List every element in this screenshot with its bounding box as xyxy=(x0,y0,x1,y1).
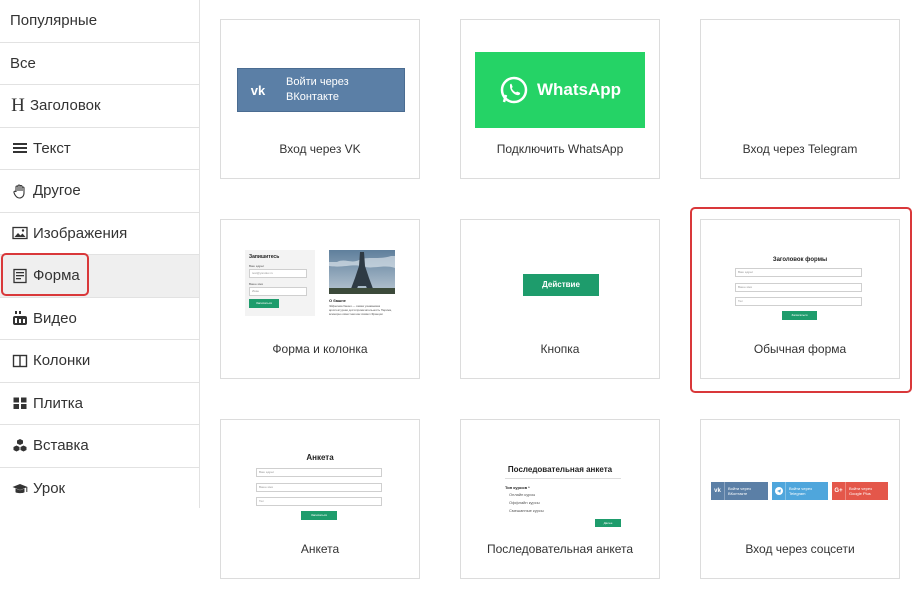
sidebar-item-images[interactable]: Изображения xyxy=(0,213,199,255)
sidebar-item-label: Изображения xyxy=(33,224,128,242)
vk-logo-icon: vk xyxy=(250,82,266,98)
block-card-label: Вход через VK xyxy=(279,142,361,156)
sidebar-item-embed[interactable]: Вставка xyxy=(0,425,199,468)
vk-icon: vk xyxy=(711,482,725,500)
google-plus-icon: G+ xyxy=(832,482,846,500)
block-card-sequential-survey[interactable]: Последовательная анкета Тип курсов * Онл… xyxy=(460,419,660,579)
sidebar-item-heading[interactable]: H Заголовок xyxy=(0,85,199,128)
whatsapp-icon xyxy=(500,76,528,104)
sidebar-item-lesson[interactable]: Урок xyxy=(0,468,199,511)
sidebar-item-video[interactable]: Видео xyxy=(0,298,199,340)
sidebar-item-label: Популярные xyxy=(10,12,98,30)
block-card-label: Подключить WhatsApp xyxy=(496,142,624,156)
heading-icon: H xyxy=(11,94,25,116)
block-card-label: Форма и колонка xyxy=(272,342,368,356)
sidebar-item-label: Урок xyxy=(33,480,66,498)
vk-button-text-line1: Войти через xyxy=(286,76,349,88)
block-card-survey[interactable]: Анкета Ваш адрес Ваше имя Тел Записаться… xyxy=(220,419,420,579)
form-preview-title: Последовательная анкета xyxy=(507,465,613,474)
form-preview-button: Записаться xyxy=(249,299,279,308)
divider xyxy=(505,478,621,479)
sidebar-item-label: Вставка xyxy=(33,437,89,455)
question-label: Тип курсов * xyxy=(505,485,530,490)
whatsapp-button-preview: WhatsApp xyxy=(475,52,645,128)
radio-option: Смешанные курсы xyxy=(509,508,544,513)
block-card-button[interactable]: Действие Кнопка xyxy=(460,219,660,379)
vk-social-button-preview: vk Войти через ВКонтакте xyxy=(711,482,768,500)
block-card-vk-login[interactable]: vk Войти через ВКонтакте Вход через VK xyxy=(220,19,420,179)
form-preview-input: Иван xyxy=(249,287,307,296)
tg-social-text-line2: Telegram xyxy=(789,491,806,496)
radio-option: Онлайн курсы xyxy=(509,492,536,497)
g-social-text-line2: Google Plus xyxy=(849,491,871,496)
sidebar-item-label: Все xyxy=(10,54,36,72)
vk-button-text-line2: ВКонтакте xyxy=(286,91,339,103)
block-preview: vk Войти через ВКонтакте Войти через Teleg… xyxy=(701,420,899,535)
sidebar-item-label: Видео xyxy=(33,309,77,327)
form-preview-input: Ваше имя xyxy=(256,483,382,492)
telegram-icon xyxy=(772,482,786,500)
block-card-form-and-column[interactable]: Запишитесь Ваш адрес test@yandex.ru Ваше… xyxy=(220,219,420,379)
sidebar-item-label: Колонки xyxy=(33,352,91,370)
next-button-preview: Далее xyxy=(595,519,621,527)
block-card-label: Последовательная анкета xyxy=(486,542,634,556)
sidebar-item-other[interactable]: Другое xyxy=(0,170,199,213)
block-preview: Действие xyxy=(461,220,659,335)
text-lines-icon xyxy=(10,140,30,156)
form-preview-title: Анкета xyxy=(306,453,334,462)
form-preview-input: Тел xyxy=(256,497,382,506)
block-preview: Анкета Ваш адрес Ваше имя Тел Записаться xyxy=(221,420,419,535)
vk-login-button-preview: vk Войти через ВКонтакте xyxy=(237,68,405,112)
columns-icon xyxy=(10,353,30,369)
caption-title: О башне xyxy=(329,298,346,303)
youtube-icon xyxy=(10,310,30,326)
block-preview: Запишитесь Ваш адрес test@yandex.ru Ваше… xyxy=(221,220,419,335)
block-preview: Последовательная анкета Тип курсов * Онл… xyxy=(461,420,659,535)
sidebar-item-text[interactable]: Текст xyxy=(0,128,199,170)
selection-highlight xyxy=(1,253,89,296)
block-card-telegram-login[interactable]: Вход через Telegram xyxy=(700,19,900,179)
sidebar-item-label: Текст xyxy=(33,139,71,157)
sidebar-item-label: Плитка xyxy=(33,394,84,412)
sidebar-item-label: Другое xyxy=(33,182,81,200)
block-card-social-login[interactable]: vk Войти через ВКонтакте Войти через Teleg… xyxy=(700,419,900,579)
block-card-label: Кнопка xyxy=(540,342,580,356)
form-preview-input: test@yandex.ru xyxy=(249,269,307,278)
block-card-label: Анкета xyxy=(300,542,340,556)
form-preview-input: Ваш адрес xyxy=(256,468,382,477)
caption-text: Эйфелева башня — самая узнаваемая архите… xyxy=(329,304,392,316)
hand-icon xyxy=(10,183,30,199)
radio-option: Оффлайн курсы xyxy=(509,500,540,505)
tiles-icon xyxy=(10,395,30,411)
selection-highlight xyxy=(690,207,912,393)
form-preview-title: Запишитесь xyxy=(249,254,280,260)
vk-social-text-line2: ВКонтакте xyxy=(728,491,748,496)
graduation-cap-icon xyxy=(10,481,30,497)
google-social-button-preview: G+ Войти через Google Plus xyxy=(832,482,888,500)
sidebar-item-popular[interactable]: Популярные xyxy=(0,0,199,43)
action-button-preview: Действие xyxy=(523,274,599,296)
telegram-social-button-preview: Войти через Telegram xyxy=(772,482,828,500)
sidebar-item-label: Заголовок xyxy=(30,97,101,115)
sidebar-item-all[interactable]: Все xyxy=(0,43,199,85)
block-preview xyxy=(701,20,899,135)
block-card-whatsapp[interactable]: WhatsApp Подключить WhatsApp xyxy=(460,19,660,179)
block-card-label: Вход через соцсети xyxy=(745,542,855,556)
eiffel-tower-image xyxy=(329,250,395,294)
form-preview-button: Записаться xyxy=(301,511,337,520)
block-preview: vk Войти через ВКонтакте xyxy=(221,20,419,135)
whatsapp-button-text: WhatsApp xyxy=(536,80,622,99)
cubes-icon xyxy=(10,438,30,454)
sidebar-item-tiles[interactable]: Плитка xyxy=(0,383,199,425)
block-card-label: Вход через Telegram xyxy=(742,142,858,156)
image-icon xyxy=(10,225,30,241)
block-preview: WhatsApp xyxy=(461,20,659,135)
sidebar-item-columns[interactable]: Колонки xyxy=(0,340,199,383)
